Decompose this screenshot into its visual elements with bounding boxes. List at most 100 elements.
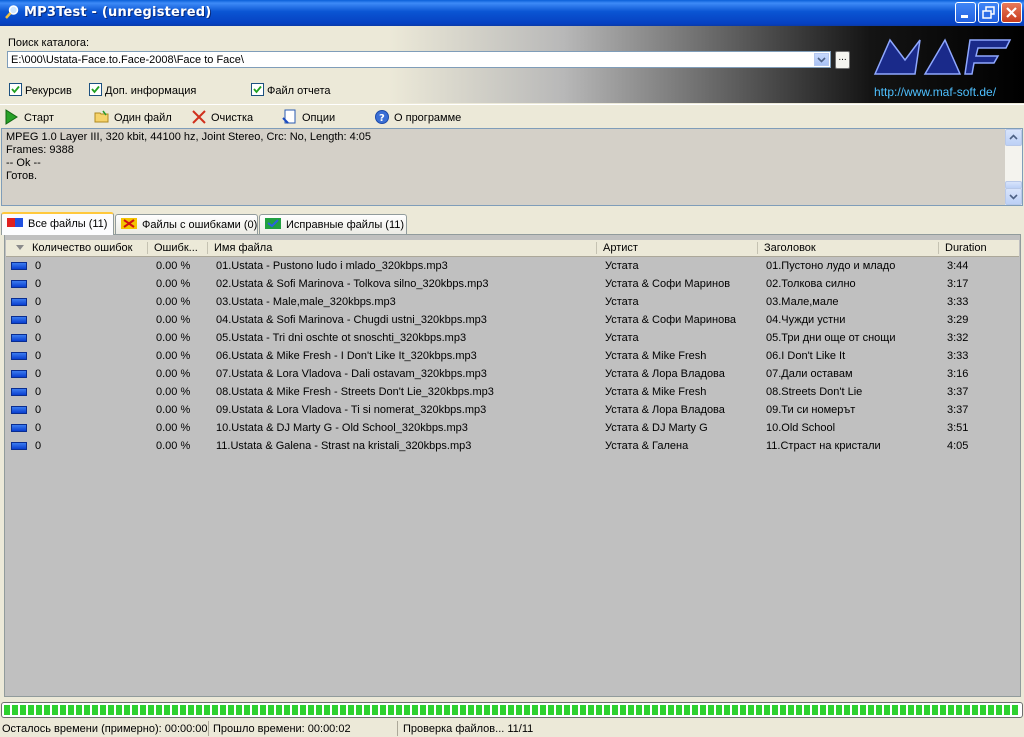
cell-title: 04.Чужди устни [766,314,846,326]
one-file-button[interactable]: Один файл [94,109,172,125]
status-elapsed: Прошло времени: 00:00:02 [213,723,351,735]
catalog-path-value: E:\000\Ustata-Face.to.Face-2008\Face to … [11,54,244,66]
column-divider[interactable] [207,242,208,254]
table-row[interactable]: 0 0.00 % 05.Ustata - Tri dni oschte ot sno… [6,329,1019,347]
cell-artist: Устата & Лора Владова [605,368,725,380]
table-row[interactable]: 0 0.00 % 10.Ustata & DJ Marty G - Old Scho… [6,419,1019,437]
tab-all-files[interactable]: Все файлы (11) [1,212,114,235]
maximize-button[interactable] [978,2,999,23]
table-row[interactable]: 0 0.00 % 08.Ustata & Mike Fresh - Streets … [6,383,1019,401]
maf-website-link[interactable]: http://www.maf-soft.de/ [874,85,996,99]
cell-error-count: 0 [35,386,42,398]
close-button[interactable] [1001,2,1022,23]
file-tabs: Все файлы (11) Файлы с ошибками (0) Испр… [0,212,1024,235]
extra-info-checkbox[interactable]: Доп. информация [89,83,196,97]
status-remaining: Осталось времени (примерно): 00:00:00 [2,723,208,735]
catalog-path-combobox[interactable]: E:\000\Ustata-Face.to.Face-2008\Face to … [7,51,831,68]
cell-error-percent: 0.00 % [156,350,191,362]
table-row[interactable]: 0 0.00 % 07.Ustata & Lora Vladova - Dali o… [6,365,1019,383]
cell-file-name: 09.Ustata & Lora Vladova - Ti si nomerat… [216,404,487,416]
column-divider[interactable] [147,242,148,254]
chevron-down-icon [1009,194,1018,200]
cell-error-percent: 0.00 % [156,278,191,290]
scroll-down-button[interactable] [1005,188,1022,205]
sort-arrow-icon [16,245,24,250]
cell-title: 03.Мале,мале [766,296,839,308]
recursive-checkbox[interactable]: Рекурсив [9,83,72,97]
tab-valid-files[interactable]: Исправные файлы (11) [259,214,407,234]
cell-duration: 3:37 [947,386,969,398]
minimize-button[interactable] [955,2,976,23]
cell-artist: Устата [605,332,639,344]
table-row[interactable]: 0 0.00 % 01.Ustata - Pustono ludo i mlado_… [6,257,1019,275]
cell-duration: 3:17 [947,278,969,290]
table-row[interactable]: 0 0.00 % 04.Ustata & Sofi Marinova - Chugd… [6,311,1019,329]
checkmark-icon [251,83,264,96]
cell-error-percent: 0.00 % [156,404,191,416]
cell-title: 01.Пустоно лудо и младо [766,260,896,272]
cell-error-count: 0 [35,440,42,452]
cell-error-count: 0 [35,422,42,434]
table-row[interactable]: 0 0.00 % 02.Ustata & Sofi Marinova - Tolko… [6,275,1019,293]
svg-text:MAF: MAF [940,55,962,65]
progress-bar [1,702,1023,718]
title-bar[interactable]: MP3Test - (unregistered) [0,0,1024,26]
status-bar: Осталось времени (примерно): 00:00:00 Пр… [0,720,1024,737]
column-divider[interactable] [596,242,597,254]
column-file-name[interactable]: Имя файла [214,242,272,254]
table-row[interactable]: 0 0.00 % 09.Ustata & Lora Vladova - Ti si … [6,401,1019,419]
cell-duration: 3:37 [947,404,969,416]
chevron-down-icon[interactable] [814,53,829,66]
table-row[interactable]: 0 0.00 % 03.Ustata - Male,male_320kbps.mp3… [6,293,1019,311]
log-scrollbar[interactable] [1005,129,1022,205]
scroll-up-button[interactable] [1005,129,1022,146]
report-file-checkbox[interactable]: Файл отчета [251,83,331,97]
cell-error-count: 0 [35,368,42,380]
cell-file-name: 06.Ustata & Mike Fresh - I Don't Like It… [216,350,477,362]
status-divider [397,721,398,736]
folder-open-icon [94,110,109,123]
column-title[interactable]: Заголовок [764,242,816,254]
file-status-icon [11,352,27,360]
column-error-count[interactable]: Количество ошибок [32,242,132,254]
cell-artist: Устата & Mike Fresh [605,350,707,362]
cell-error-count: 0 [35,404,42,416]
cell-artist: Устата & Софи Маринов [605,278,731,290]
cell-file-name: 05.Ustata - Tri dni oschte ot snoschti_3… [216,332,467,344]
start-button[interactable]: Старт [4,109,54,125]
file-status-icon [11,406,27,414]
clear-label: Очистка [211,112,254,124]
table-row[interactable]: 0 0.00 % 06.Ustata & Mike Fresh - I Don't … [6,347,1019,365]
options-label: Опции [302,112,336,124]
about-button[interactable]: ? О программе [374,109,461,125]
cell-duration: 3:32 [947,332,969,344]
file-status-icon [11,388,27,396]
cell-error-percent: 0.00 % [156,422,191,434]
options-button[interactable]: Опции [282,109,335,125]
tab-all-files-label: Все файлы (11) [28,218,108,230]
maf-logo: MAF [870,30,1020,84]
browse-button[interactable]: ... [835,51,850,69]
cell-duration: 3:33 [947,296,969,308]
cell-artist: Устата & Галена [605,440,689,452]
file-status-icon [11,334,27,342]
column-duration[interactable]: Duration [945,242,987,254]
cell-file-name: 02.Ustata & Sofi Marinova - Tolkova siln… [216,278,489,290]
cell-title: 02.Толкова силно [766,278,856,290]
files-grid[interactable]: Количество ошибок Ошибк... Имя файла Арт… [4,234,1021,697]
column-error-percent[interactable]: Ошибк... [154,242,198,254]
cell-error-count: 0 [35,260,42,272]
cell-file-name: 11.Ustata & Galena - Strast na kristali_… [216,440,472,452]
log-textarea[interactable]: MPEG 1.0 Layer III, 320 kbit, 44100 hz, … [1,128,1023,206]
column-divider[interactable] [938,242,939,254]
cell-artist: Устата [605,296,639,308]
table-row[interactable]: 0 0.00 % 11.Ustata & Galena - Strast na kr… [6,437,1019,455]
restore-icon [982,6,995,19]
tab-error-files[interactable]: Файлы с ошибками (0) [115,214,258,234]
column-divider[interactable] [757,242,758,254]
column-artist[interactable]: Артист [603,242,638,254]
play-icon [5,109,18,125]
options-document-icon [282,109,296,124]
clear-button[interactable]: Очистка [191,109,253,125]
cell-error-count: 0 [35,350,42,362]
